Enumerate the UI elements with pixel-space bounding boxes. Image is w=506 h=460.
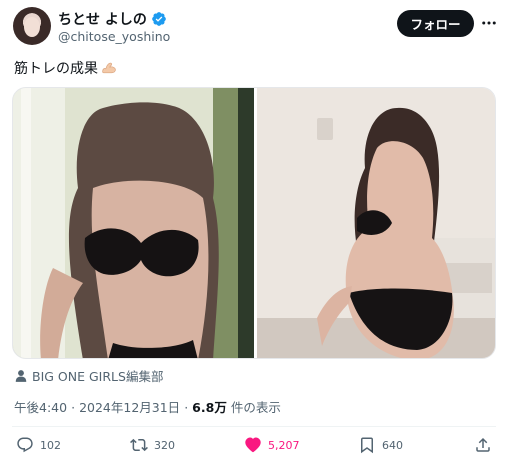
photo-left[interactable] — [13, 88, 254, 358]
like-count: 5,207 — [268, 438, 300, 452]
flexed-biceps-icon — [102, 62, 116, 74]
retweet-icon — [130, 438, 148, 452]
reply-icon — [17, 437, 33, 453]
media-source[interactable]: BIG ONE GIRLS編集部 — [14, 366, 163, 385]
tweet-date[interactable]: 2024年12月31日 — [79, 397, 180, 416]
user-handle[interactable]: @chitose_yoshino — [58, 29, 170, 44]
retweet-count: 320 — [154, 438, 175, 452]
bookmark-count: 640 — [382, 438, 403, 452]
meta-separator-2: · — [184, 400, 189, 415]
photo-right[interactable] — [257, 88, 495, 358]
reply-button[interactable]: 102 — [16, 436, 61, 454]
bookmark-icon — [361, 437, 373, 454]
divider — [12, 426, 496, 427]
media-source-label[interactable]: BIG ONE GIRLS編集部 — [32, 366, 163, 385]
user-name-row[interactable]: ちとせ よしの — [58, 9, 167, 29]
display-name[interactable]: ちとせ よしの — [58, 9, 147, 29]
photo-left-image — [13, 88, 254, 358]
reply-count: 102 — [40, 438, 61, 452]
views-label: 件の表示 — [230, 400, 281, 415]
photo-right-image — [257, 88, 495, 358]
verified-badge-icon — [152, 12, 166, 26]
follow-button[interactable]: フォロー — [397, 10, 474, 37]
more-options-icon[interactable] — [478, 12, 500, 34]
heart-icon — [245, 437, 261, 453]
tweet-header: ちとせ よしの @chitose_yoshino フォロー — [0, 0, 506, 50]
tweet-meta: 午後4:40 · 2024年12月31日 · 6.8万 件の表示 — [14, 397, 281, 416]
meta-separator: · — [71, 400, 76, 415]
share-icon — [476, 437, 490, 452]
views-count: 6.8万 — [192, 400, 227, 415]
like-button[interactable]: 5,207 — [244, 436, 300, 454]
tweet-time[interactable]: 午後4:40 — [14, 397, 67, 416]
media-grid[interactable] — [12, 87, 496, 359]
action-bar: 102 320 5,207 640 — [0, 436, 506, 458]
tweet-text-body: 筋トレの成果 — [14, 61, 98, 77]
retweet-button[interactable]: 320 — [130, 436, 175, 454]
share-button[interactable] — [474, 436, 492, 454]
bookmark-button[interactable]: 640 — [358, 436, 403, 454]
person-icon — [15, 369, 27, 382]
avatar[interactable] — [13, 7, 51, 45]
tweet-text: 筋トレの成果 — [14, 58, 117, 78]
